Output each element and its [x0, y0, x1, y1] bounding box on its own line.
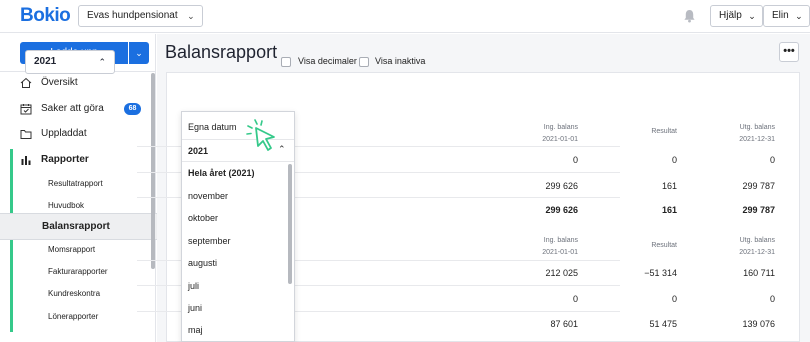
dropdown-item[interactable]: juni — [188, 303, 202, 313]
dropdown-item-custom-dates[interactable]: Egna datum — [188, 122, 237, 132]
house-icon — [20, 77, 32, 88]
dropdown-item[interactable]: augusti — [188, 258, 217, 268]
sidebar-item-label: Översikt — [41, 77, 78, 88]
dropdown-item[interactable]: september — [188, 236, 231, 246]
table-cell: 0 — [671, 155, 677, 165]
dropdown-item[interactable]: maj — [188, 325, 203, 335]
user-menu-button[interactable]: Elin ⌄ — [763, 5, 810, 27]
top-bar: Bokio Evas hundpensionat ⌄ Hjälp ⌄ Elin … — [0, 0, 810, 33]
column-header-opening-date: 2021-01-01 — [542, 136, 578, 143]
year-value: 2021 — [34, 56, 57, 67]
dropdown-item[interactable]: juli — [188, 281, 199, 291]
help-label: Hjälp — [719, 10, 742, 21]
table-cell: 0 — [769, 155, 775, 165]
column-header-opening: Ing. balans — [543, 237, 578, 244]
column-header-closing-date: 2021-12-31 — [739, 249, 775, 256]
dropdown-group-year[interactable]: 2021 — [188, 146, 208, 156]
table-cell: 160 711 — [743, 268, 775, 278]
calendar-icon — [20, 104, 32, 115]
table-cell: 0 — [671, 294, 677, 304]
company-name: Evas hundpensionat — [87, 10, 178, 21]
table-cell: 51 475 — [649, 319, 677, 329]
table-total-cell: 299 626 — [545, 205, 578, 215]
dropdown-item[interactable]: november — [188, 191, 228, 201]
help-button[interactable]: Hjälp ⌄ — [710, 5, 763, 27]
table-total-cell: 299 787 — [742, 205, 775, 215]
chevron-down-icon: ⌄ — [187, 11, 195, 21]
chevron-down-icon: ⌄ — [795, 11, 803, 21]
bar-chart-icon — [21, 156, 31, 165]
sidebar-report-invoices[interactable]: Fakturarapporter — [48, 267, 108, 276]
table-cell: 299 626 — [545, 181, 578, 191]
table-cell: 212 025 — [545, 268, 578, 278]
table-cell: 87 601 — [550, 319, 578, 329]
sidebar-report-salaries[interactable]: Lönerapporter — [48, 312, 98, 321]
column-header-closing: Utg. balans — [739, 124, 775, 131]
chevron-down-icon: ⌄ — [748, 11, 756, 21]
table-cell: 0 — [769, 294, 775, 304]
year-select[interactable]: 2021 ⌃ — [25, 50, 115, 74]
sidebar-item-label: Rapporter — [41, 154, 89, 165]
show-decimals-label[interactable]: Visa decimaler — [298, 56, 357, 66]
chevron-down-icon: ⌄ — [135, 48, 143, 58]
sidebar-scrollbar[interactable] — [151, 73, 155, 269]
sidebar-report-receivables[interactable]: Kundreskontra — [48, 289, 100, 298]
cursor-click-icon — [246, 119, 275, 151]
column-header-result: Resultat — [651, 242, 677, 249]
user-label: Elin — [772, 10, 789, 21]
column-header-result: Resultat — [651, 128, 677, 135]
company-select[interactable]: Evas hundpensionat ⌄ — [78, 5, 203, 27]
table-cell: 299 787 — [742, 181, 775, 191]
column-header-opening-date: 2021-01-01 — [542, 249, 578, 256]
table-total-cell: 161 — [661, 205, 677, 215]
bokio-logo[interactable]: Bokio — [20, 5, 71, 27]
todo-count-badge: 68 — [124, 103, 141, 115]
divider — [182, 161, 294, 162]
table-cell: 161 — [661, 181, 677, 191]
dropdown-item[interactable]: Hela året (2021) — [188, 168, 255, 178]
active-report-label: Balansrapport — [42, 221, 110, 232]
column-header-closing: Utg. balans — [739, 237, 775, 244]
sidebar-report-balance[interactable]: Balansrapport — [0, 213, 164, 240]
sidebar-report-income[interactable]: Resultatrapport — [48, 179, 103, 188]
more-options-button[interactable]: ••• — [779, 42, 799, 62]
active-section-indicator — [10, 240, 13, 332]
sidebar-report-ledger[interactable]: Huvudbok — [48, 201, 84, 210]
sidebar-item-label: Uppladdat — [41, 128, 87, 139]
show-decimals-checkbox[interactable] — [281, 57, 291, 67]
sidebar-report-vat[interactable]: Momsrapport — [48, 245, 95, 254]
show-inactive-label[interactable]: Visa inaktiva — [375, 56, 425, 66]
dropdown-scrollbar[interactable] — [288, 164, 292, 284]
folder-icon — [20, 130, 32, 139]
column-header-closing-date: 2021-12-31 — [739, 136, 775, 143]
dropdown-item[interactable]: oktober — [188, 213, 218, 223]
table-cell: 0 — [572, 294, 578, 304]
upload-options-button[interactable]: ⌄ — [129, 42, 149, 64]
column-header-opening: Ing. balans — [543, 124, 578, 131]
active-section-indicator — [10, 149, 13, 213]
page-title: Balansrapport — [165, 42, 278, 62]
table-cell: 0 — [572, 155, 578, 165]
table-cell: 139 076 — [742, 319, 775, 329]
sidebar-item-label: Saker att göra — [41, 103, 104, 114]
bell-icon[interactable] — [683, 9, 696, 23]
table-cell: −51 314 — [644, 268, 677, 278]
show-inactive-checkbox[interactable] — [359, 57, 369, 67]
chevron-up-icon: ⌃ — [98, 57, 106, 67]
